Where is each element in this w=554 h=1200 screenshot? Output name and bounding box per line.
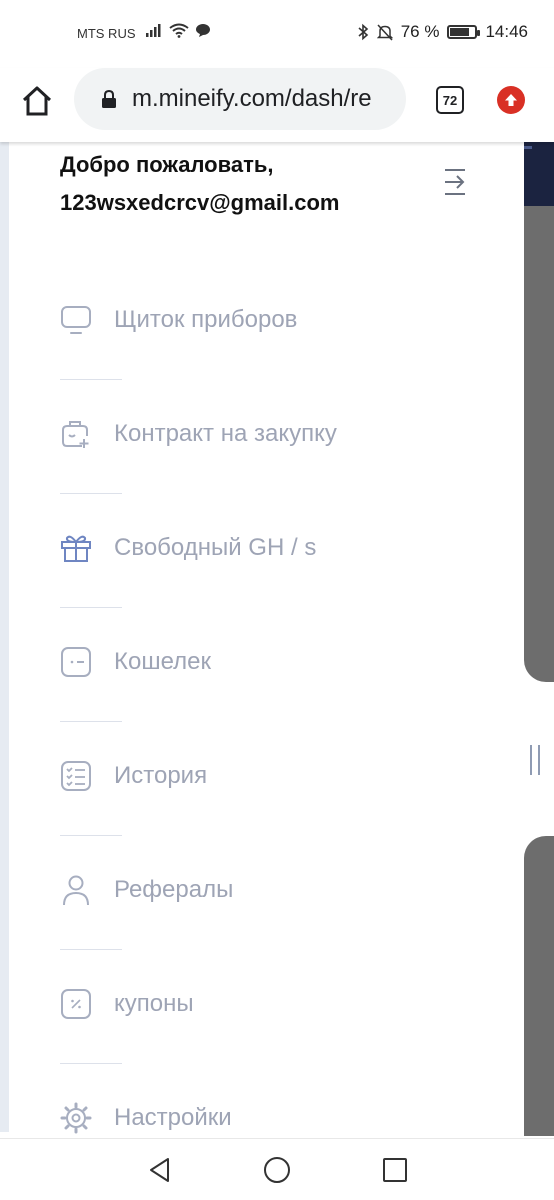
menu-label-coupons: купоны (114, 990, 194, 1017)
address-bar[interactable]: m.mineify.com/dash/re (74, 68, 406, 130)
gift-icon (61, 535, 91, 562)
home-icon[interactable] (20, 84, 54, 118)
menu-item-wallet[interactable]: Кошелек (60, 618, 500, 732)
battery-icon (447, 25, 481, 39)
lock-icon (102, 90, 116, 108)
update-icon (505, 94, 517, 106)
menu-item-referrals[interactable]: Рефералы (60, 846, 500, 960)
menu-label-referrals: Рефералы (114, 876, 234, 903)
status-bar: MTS RUS 76 % 14:46 (0, 0, 554, 68)
carrier-label: MTS RUS (77, 26, 136, 41)
signal-icon (146, 24, 161, 37)
menu-item-history[interactable]: История (60, 732, 500, 846)
menu-divider (60, 1063, 122, 1064)
drawer-grip-handle[interactable] (522, 745, 548, 775)
menu-item-contract[interactable]: Контракт на закупку (60, 390, 500, 504)
overlay-panel-top (524, 206, 554, 682)
menu-item-coupons[interactable]: купоны (60, 960, 500, 1074)
message-icon (196, 24, 210, 37)
page-header-fragment (524, 142, 554, 206)
system-nav-bar (0, 1138, 554, 1200)
tabs-button[interactable]: 72 (436, 86, 464, 114)
welcome-greeting: Добро пожаловать, (60, 152, 274, 177)
menu-divider (60, 493, 122, 494)
drawer-menu: Щиток приборов Контракт на закупку Свобо… (60, 276, 500, 1188)
menu-divider (60, 379, 122, 380)
recents-icon[interactable] (381, 1156, 409, 1184)
welcome-text: Добро пожаловать, 123wsxedcrcv@gmail.com (60, 146, 340, 222)
contract-icon (62, 421, 89, 448)
wallet-icon (61, 647, 91, 677)
menu-label-contract: Контракт на закупку (114, 420, 337, 447)
menu-divider (60, 949, 122, 950)
clock: 14:46 (485, 22, 528, 41)
bluetooth-icon (358, 23, 368, 41)
collapse-icon[interactable] (441, 166, 469, 198)
menu-label-history: История (114, 762, 208, 789)
coupon-icon (61, 989, 91, 1019)
url-text: m.mineify.com/dash/re (132, 85, 372, 112)
menu-label-dashboard: Щиток приборов (114, 306, 298, 333)
menu-label-free-ghs: Свободный GH / s (114, 534, 317, 561)
menu-divider (60, 607, 122, 608)
overlay-panel-bottom (524, 836, 554, 1136)
menu-divider (60, 721, 122, 722)
settings-icon (60, 1102, 92, 1134)
menu-label-wallet: Кошелек (114, 648, 211, 675)
update-button[interactable] (497, 86, 525, 114)
left-strip (0, 142, 9, 1132)
tabs-count: 72 (442, 92, 458, 108)
home-circle-icon[interactable] (263, 1156, 291, 1184)
history-icon (61, 761, 91, 791)
side-drawer: Добро пожаловать, 123wsxedcrcv@gmail.com… (9, 142, 524, 1134)
user-icon (63, 875, 89, 906)
monitor-icon (61, 306, 91, 334)
menu-divider (60, 835, 122, 836)
menu-item-free-ghs[interactable]: Свободный GH / s (60, 504, 500, 618)
battery-percent: 76 % (400, 22, 440, 41)
mute-icon (376, 24, 393, 41)
menu-item-dashboard[interactable]: Щиток приборов (60, 276, 500, 390)
menu-label-settings: Настройки (114, 1104, 232, 1131)
user-email: 123wsxedcrcv@gmail.com (60, 190, 340, 215)
back-icon[interactable] (146, 1156, 174, 1184)
wifi-icon (169, 23, 189, 38)
browser-toolbar: m.mineify.com/dash/re 72 (0, 68, 554, 142)
